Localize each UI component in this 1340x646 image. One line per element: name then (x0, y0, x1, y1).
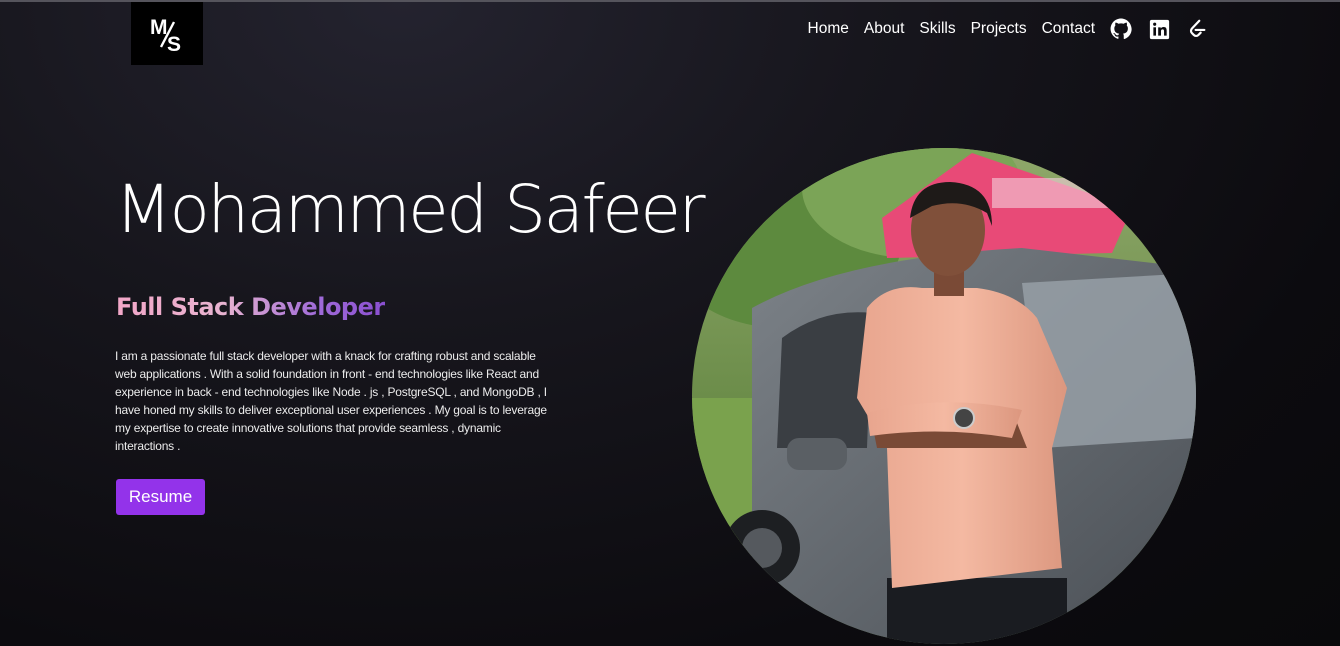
hero-name: Mohammed Safeer (115, 171, 706, 248)
leetcode-icon[interactable] (1186, 18, 1208, 40)
site-logo[interactable]: M S (131, 2, 203, 65)
github-icon[interactable] (1110, 18, 1132, 40)
svg-text:M: M (150, 16, 168, 39)
nav-contact-link[interactable]: Contact (1042, 18, 1095, 40)
resume-button[interactable]: Resume (116, 479, 205, 515)
profile-photo (692, 148, 1196, 644)
nav-about-link[interactable]: About (864, 18, 905, 40)
hero-bio: I am a passionate full stack developer w… (115, 349, 547, 453)
nav-projects-link[interactable]: Projects (971, 18, 1027, 40)
profile-photo-illustration (692, 148, 1196, 644)
nav-skills-link[interactable]: Skills (919, 18, 955, 40)
nav-home-link[interactable]: Home (808, 18, 849, 40)
linkedin-icon[interactable] (1148, 18, 1170, 40)
ms-monogram-logo-icon: M S (150, 16, 181, 54)
svg-text:S: S (167, 33, 181, 54)
hero-role: Full Stack Developer (116, 293, 385, 321)
main-nav: Home About Skills Projects Contact (808, 18, 1208, 40)
